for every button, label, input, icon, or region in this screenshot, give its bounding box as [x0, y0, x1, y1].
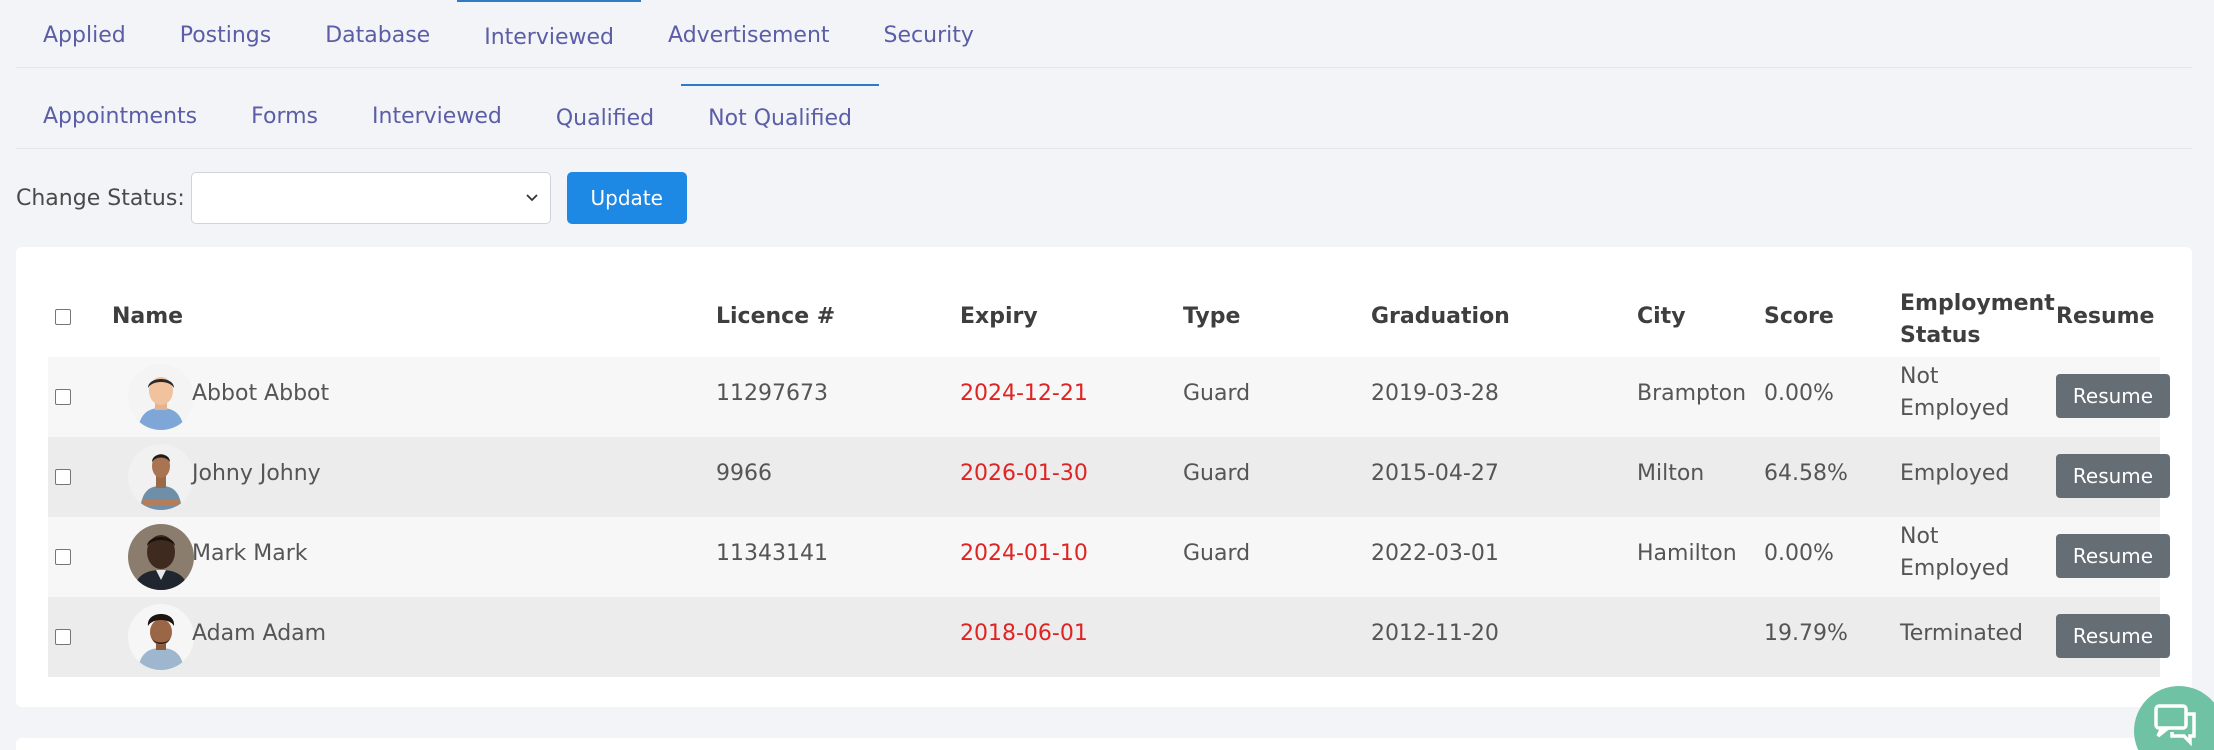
avatar — [128, 524, 194, 590]
header-city: City — [1637, 304, 1686, 329]
status-select[interactable] — [190, 172, 551, 224]
avatar — [128, 444, 194, 510]
expiry-date: 2018-06-01 — [960, 621, 1088, 646]
select-all-checkbox[interactable] — [55, 309, 71, 325]
change-status-row: Change Status: Update — [16, 172, 687, 224]
chat-icon — [2154, 704, 2196, 747]
score: 0.00% — [1764, 541, 1834, 566]
avatar — [128, 364, 194, 430]
resume-button[interactable]: Resume — [2056, 454, 2170, 498]
header-licence: Licence # — [716, 304, 836, 329]
subtab-interviewed[interactable]: Interviewed — [345, 84, 529, 148]
graduation-date: 2019-03-28 — [1371, 381, 1499, 406]
row-checkbox[interactable] — [55, 629, 71, 645]
update-button[interactable]: Update — [566, 172, 687, 224]
score: 0.00% — [1764, 381, 1834, 406]
licence-number: 11297673 — [716, 381, 828, 406]
table-row: Johny Johny 9966 2026-01-30 Guard 2015-0… — [48, 437, 2170, 517]
row-checkbox[interactable] — [55, 469, 71, 485]
tab-security[interactable]: Security — [857, 0, 1001, 67]
header-employment-status: Employment Status — [1900, 291, 2055, 348]
employment-status: Employed — [1900, 461, 2010, 486]
applicant-name[interactable]: Mark Mark — [192, 541, 308, 566]
header-graduation: Graduation — [1371, 304, 1510, 329]
tab-applied[interactable]: Applied — [16, 0, 153, 67]
employment-status: Employed — [1900, 556, 2010, 581]
resume-button[interactable]: Resume — [2056, 374, 2170, 418]
table-row: Adam Adam 2018-06-01 2012-11-20 19.79% T… — [48, 597, 2170, 677]
resume-button[interactable]: Resume — [2056, 614, 2170, 658]
applicants-card: Name Licence # Expiry Type Graduation Ci… — [16, 247, 2192, 707]
applicant-name[interactable]: Abbot Abbot — [192, 381, 329, 406]
row-checkbox[interactable] — [55, 389, 71, 405]
table-row: Abbot Abbot 11297673 2024-12-21 Guard 20… — [48, 357, 2170, 437]
applicants-table: Name Licence # Expiry Type Graduation Ci… — [48, 277, 2170, 677]
secondary-card — [16, 738, 2192, 750]
tab-database[interactable]: Database — [298, 0, 457, 67]
graduation-date: 2015-04-27 — [1371, 461, 1499, 486]
header-score: Score — [1764, 304, 1834, 329]
resume-button[interactable]: Resume — [2056, 534, 2170, 578]
chevron-down-icon — [526, 194, 538, 202]
city: Hamilton — [1637, 541, 1737, 566]
subtab-qualified[interactable]: Qualified — [529, 84, 681, 148]
main-tabs: Applied Postings Database Interviewed Ad… — [16, 0, 2192, 68]
employment-status: Not — [1900, 524, 1939, 549]
employment-status: Employed — [1900, 396, 2010, 421]
header-type: Type — [1183, 304, 1241, 329]
licence-type: Guard — [1183, 381, 1251, 406]
city: Milton — [1637, 461, 1705, 486]
avatar — [128, 604, 194, 670]
table-header: Name Licence # Expiry Type Graduation Ci… — [48, 277, 2160, 357]
city: Brampton — [1637, 381, 1747, 406]
licence-number: 11343141 — [716, 541, 828, 566]
graduation-date: 2022-03-01 — [1371, 541, 1499, 566]
table-row: Mark Mark 11343141 2024-01-10 Guard 2022… — [48, 517, 2170, 597]
applicant-name[interactable]: Johny Johny — [192, 461, 321, 486]
score: 64.58% — [1764, 461, 1848, 486]
subtab-not-qualified[interactable]: Not Qualified — [681, 84, 879, 148]
graduation-date: 2012-11-20 — [1371, 621, 1499, 646]
licence-number: 9966 — [716, 461, 772, 486]
tab-advertisement[interactable]: Advertisement — [641, 0, 857, 67]
employment-status: Terminated — [1900, 621, 2023, 646]
subtab-appointments[interactable]: Appointments — [16, 84, 224, 148]
employment-status: Not — [1900, 364, 1939, 389]
expiry-date: 2026-01-30 — [960, 461, 1088, 486]
licence-type: Guard — [1183, 541, 1251, 566]
applicant-name[interactable]: Adam Adam — [192, 621, 326, 646]
row-checkbox[interactable] — [55, 549, 71, 565]
licence-type: Guard — [1183, 461, 1251, 486]
expiry-date: 2024-12-21 — [960, 381, 1088, 406]
header-resume: Resume — [2056, 304, 2155, 329]
subtab-forms[interactable]: Forms — [224, 84, 345, 148]
expiry-date: 2024-01-10 — [960, 541, 1088, 566]
score: 19.79% — [1764, 621, 1848, 646]
sub-tabs: Appointments Forms Interviewed Qualified… — [16, 84, 2192, 149]
chat-button[interactable] — [2134, 686, 2214, 750]
tab-postings[interactable]: Postings — [153, 0, 299, 67]
header-expiry: Expiry — [960, 304, 1038, 329]
change-status-label: Change Status: — [16, 185, 185, 211]
header-name: Name — [112, 304, 184, 329]
tab-interviewed[interactable]: Interviewed — [457, 0, 641, 67]
